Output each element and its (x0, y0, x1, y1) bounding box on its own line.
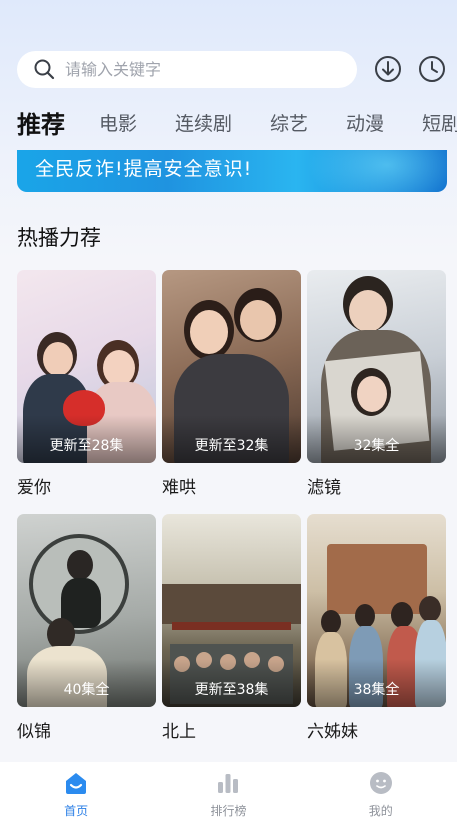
video-card[interactable]: 更新至32集 难哄 (162, 270, 301, 498)
search-row (17, 50, 447, 88)
video-card[interactable]: 32集全 滤镜 (307, 270, 446, 498)
card-title[interactable]: 北上 (162, 717, 301, 742)
tab-series[interactable]: 连续剧 (175, 109, 232, 136)
poster-image[interactable]: 更新至28集 (17, 270, 156, 463)
episode-badge: 32集全 (353, 438, 400, 454)
episode-badge: 38集全 (353, 682, 400, 698)
tab-variety[interactable]: 综艺 (270, 109, 308, 136)
tab-short-drama[interactable]: 短剧 (422, 109, 457, 136)
tabbar-ranking[interactable]: 排行榜 (168, 770, 288, 819)
episode-badge: 更新至28集 (49, 438, 124, 454)
tab-anime[interactable]: 动漫 (346, 109, 384, 136)
poster-image[interactable]: 更新至38集 (162, 514, 301, 707)
poster-image[interactable]: 38集全 (307, 514, 446, 707)
search-bar[interactable] (17, 50, 358, 88)
ranking-icon (218, 774, 239, 793)
history-button[interactable] (417, 54, 447, 84)
tabbar-home[interactable]: 首页 (16, 770, 136, 819)
tab-movies[interactable]: 电影 (99, 109, 137, 136)
tabbar-label: 我的 (368, 804, 393, 818)
card-title[interactable]: 六姊妹 (307, 717, 446, 742)
poster-image[interactable]: 40集全 (17, 514, 156, 707)
poster-image[interactable]: 32集全 (307, 270, 446, 463)
video-card[interactable]: 38集全 六姊妹 (307, 514, 446, 742)
episode-badge: 更新至32集 (194, 438, 269, 454)
history-clock-icon (419, 56, 446, 82)
banner-text: 全民反诈!提高安全意识! (35, 158, 253, 180)
tabbar-profile[interactable]: 我的 (321, 770, 441, 819)
profile-icon (369, 772, 392, 794)
card-title[interactable]: 滤镜 (307, 473, 446, 498)
video-card[interactable]: 40集全 似锦 (17, 514, 156, 742)
search-icon (34, 59, 55, 80)
download-button[interactable] (373, 54, 403, 84)
section-title: 热播力荐 (17, 226, 101, 250)
episode-badge: 40集全 (63, 682, 110, 698)
card-title[interactable]: 似锦 (17, 717, 156, 742)
video-card[interactable]: 更新至28集 爱你 (17, 270, 156, 498)
video-card[interactable]: 更新至38集 北上 (162, 514, 301, 742)
card-title[interactable]: 爱你 (17, 473, 156, 498)
download-icon (375, 56, 402, 82)
home-icon (66, 773, 87, 794)
app-screen: 推荐 电影 连续剧 综艺 动漫 短剧 全民反诈!提高安全意识! 热播力荐 (0, 0, 457, 825)
poster-image[interactable]: 更新至32集 (162, 270, 301, 463)
tabbar-label: 排行榜 (210, 804, 247, 818)
search-input[interactable] (65, 59, 358, 79)
card-title[interactable]: 难哄 (162, 473, 301, 498)
episode-badge: 更新至38集 (194, 682, 269, 698)
bottom-tab-bar: 首页 排行榜 我的 (0, 762, 457, 825)
tab-recommend[interactable]: 推荐 (17, 105, 65, 140)
promo-banner[interactable]: 全民反诈!提高安全意识! (17, 150, 447, 192)
tabbar-label: 首页 (64, 804, 89, 818)
category-tabs: 推荐 电影 连续剧 综艺 动漫 短剧 (17, 104, 457, 140)
